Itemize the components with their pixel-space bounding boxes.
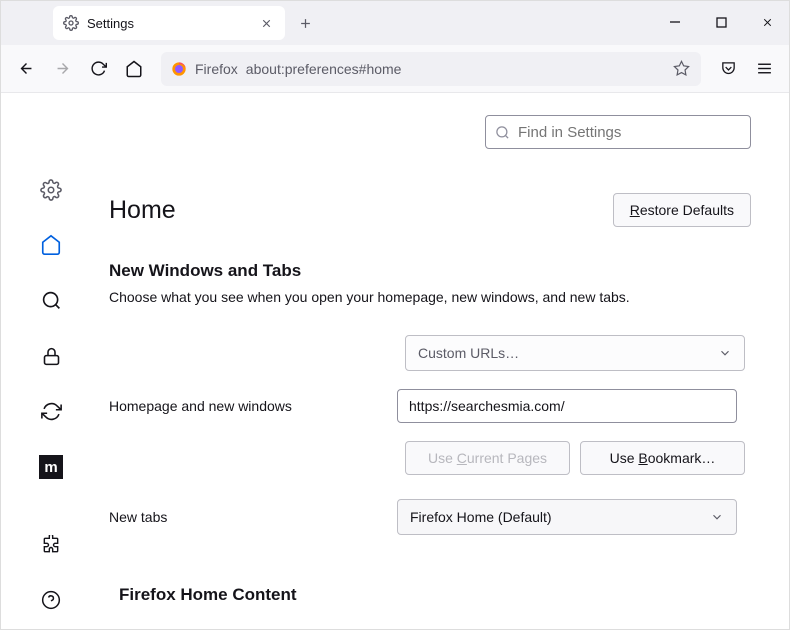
home-button[interactable] — [117, 52, 151, 86]
chevron-down-icon — [710, 510, 724, 524]
newtabs-label: New tabs — [109, 509, 379, 525]
minimize-button[interactable] — [652, 0, 698, 44]
url-bar[interactable]: Firefox about:preferences#home — [161, 52, 701, 86]
extension-icon: m — [39, 455, 63, 479]
back-button[interactable] — [9, 52, 43, 86]
newtabs-dropdown-label: Firefox Home (Default) — [410, 509, 552, 525]
reload-button[interactable] — [81, 52, 115, 86]
new-tab-button[interactable] — [289, 7, 321, 39]
close-icon[interactable] — [257, 14, 275, 32]
bookmark-star-icon[interactable] — [671, 59, 691, 79]
section-description: Choose what you see when you open your h… — [109, 289, 751, 305]
sidebar-item-home[interactable] — [33, 229, 69, 263]
firefox-icon — [171, 61, 187, 77]
url-text: about:preferences#home — [246, 61, 663, 77]
tab-label: Settings — [87, 16, 249, 31]
sidebar-item-help[interactable] — [33, 584, 69, 618]
gear-icon — [63, 15, 79, 31]
restore-defaults-button[interactable]: Restore Defaults — [613, 193, 751, 227]
use-bookmark-button[interactable]: Use Bookmark… — [580, 441, 745, 475]
sidebar-item-privacy[interactable] — [33, 340, 69, 374]
settings-search[interactable] — [485, 115, 751, 149]
tab-settings[interactable]: Settings — [53, 6, 285, 40]
sidebar-item-search[interactable] — [33, 284, 69, 318]
window-close-button[interactable] — [744, 0, 790, 44]
toolbar: Firefox about:preferences#home — [1, 45, 789, 93]
app-menu-button[interactable] — [747, 52, 781, 86]
settings-sidebar: m — [1, 93, 101, 629]
section-title: New Windows and Tabs — [109, 261, 751, 281]
homepage-dropdown[interactable]: Custom URLs… — [405, 335, 745, 371]
search-icon — [495, 125, 510, 140]
chevron-down-icon — [718, 346, 732, 360]
newtabs-dropdown[interactable]: Firefox Home (Default) — [397, 499, 737, 535]
tab-bar: Settings — [1, 1, 789, 45]
sidebar-item-sync[interactable] — [33, 395, 69, 429]
homepage-label: Homepage and new windows — [109, 398, 379, 414]
use-current-pages-button: Use Current Pages — [405, 441, 570, 475]
url-label: Firefox — [195, 61, 238, 77]
settings-main: Home Restore Defaults New Windows and Ta… — [101, 93, 789, 629]
forward-button — [45, 52, 79, 86]
homepage-dropdown-label: Custom URLs… — [418, 345, 519, 361]
maximize-button[interactable] — [698, 0, 744, 44]
page-title: Home — [109, 196, 176, 225]
sidebar-item-extension[interactable]: m — [33, 451, 69, 485]
save-to-pocket-button[interactable] — [711, 52, 745, 86]
content-section-title: Firefox Home Content — [119, 585, 751, 605]
homepage-url-input[interactable] — [397, 389, 737, 423]
settings-search-input[interactable] — [518, 124, 741, 141]
sidebar-item-extensions[interactable] — [33, 528, 69, 562]
sidebar-item-general[interactable] — [33, 173, 69, 207]
